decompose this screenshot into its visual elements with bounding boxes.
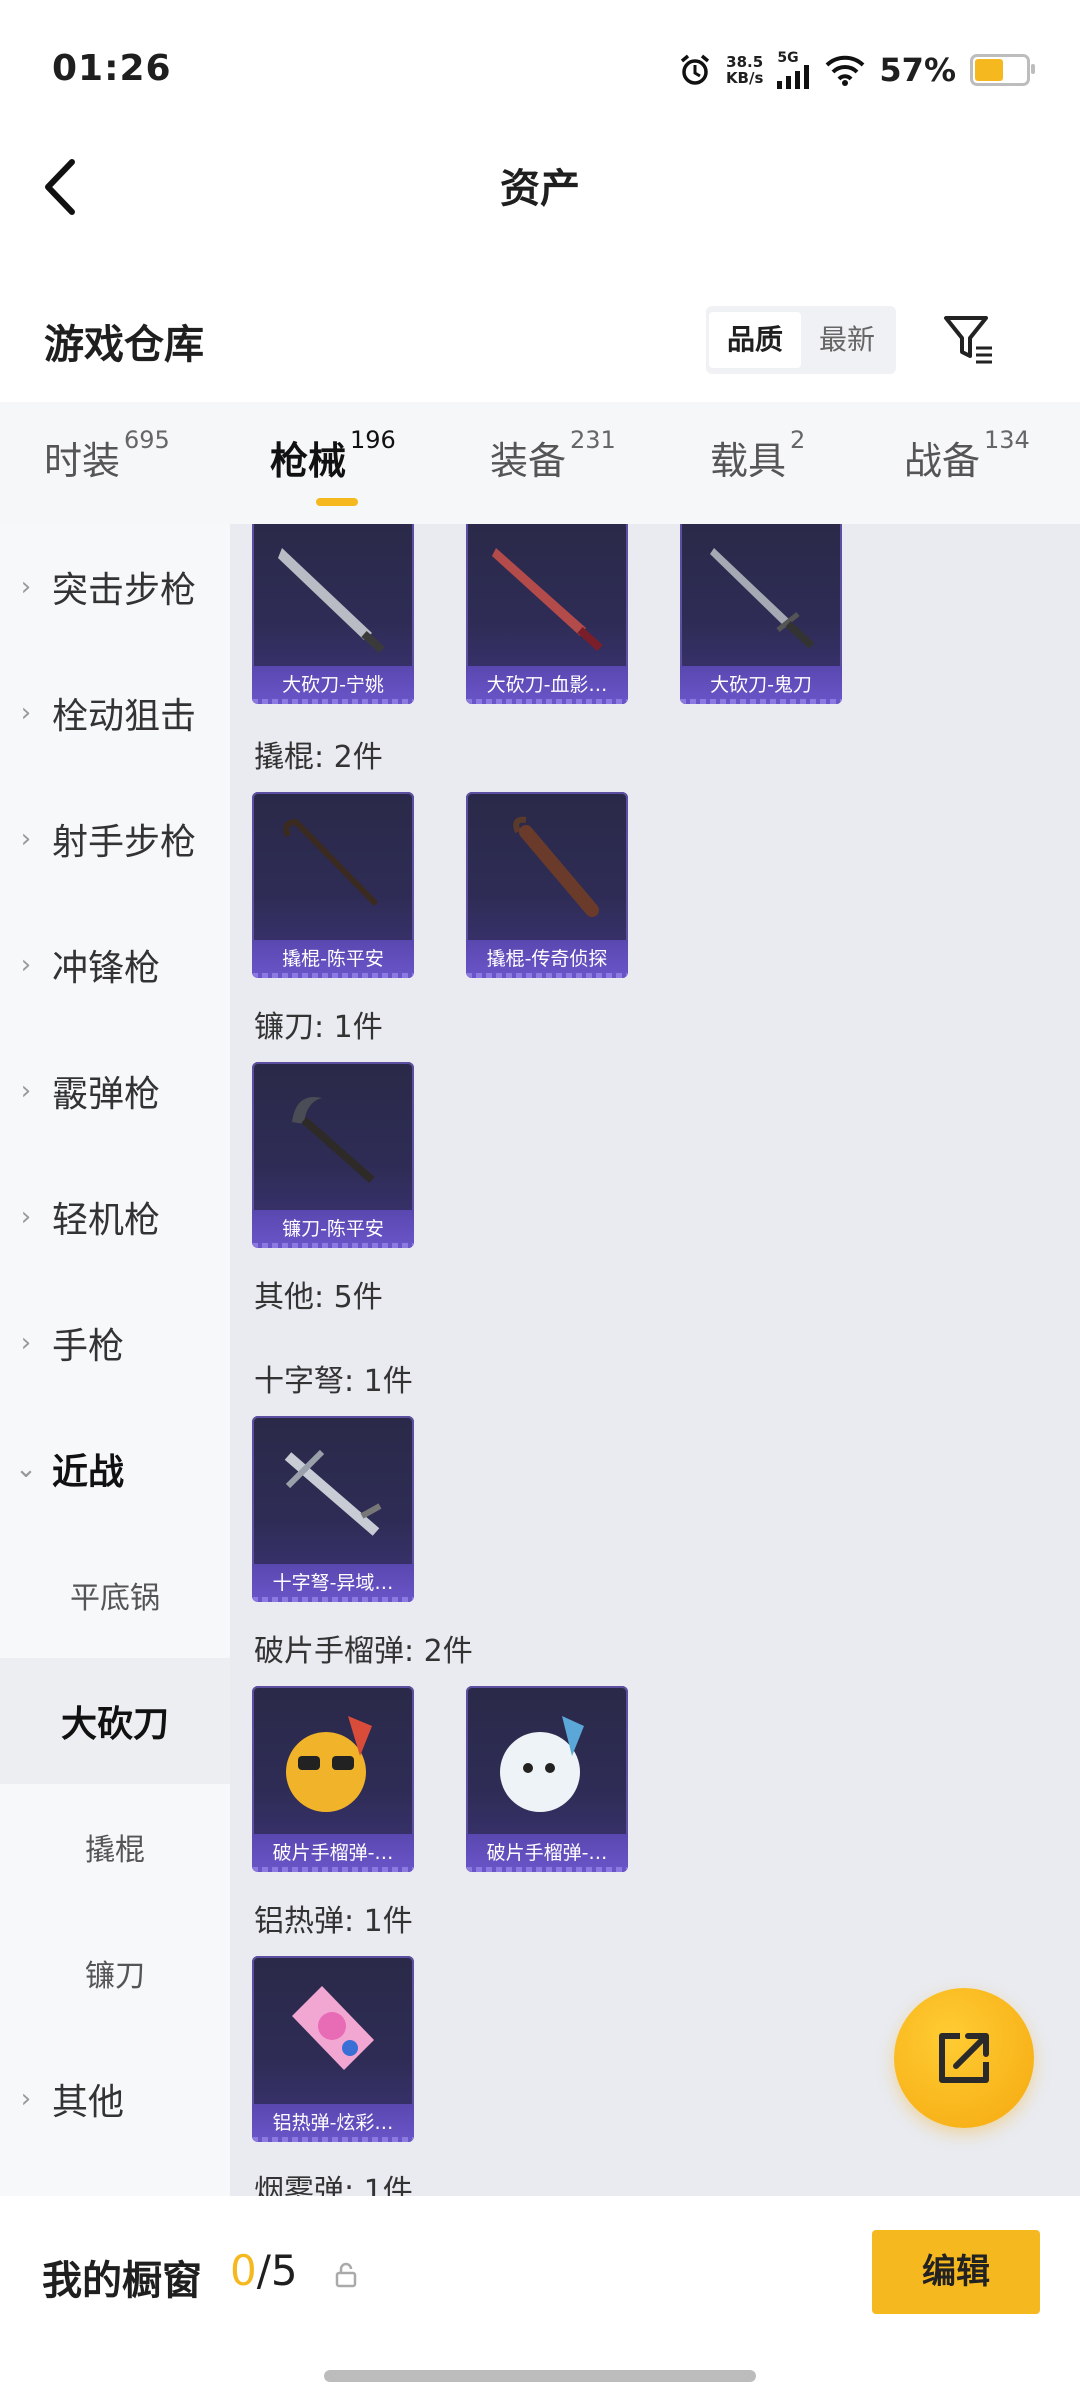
grenade-icon xyxy=(286,1716,372,1812)
sidebar-item-marksman-rifle[interactable]: › 射手步枪 xyxy=(0,776,230,902)
page-title: 资产 xyxy=(500,166,580,212)
item-card[interactable]: 破片手榴弹-… xyxy=(252,1686,414,1872)
sidebar-sub-sickle[interactable]: 镰刀 xyxy=(0,1910,230,2036)
sidebar-item-shotgun[interactable]: › 霰弹枪 xyxy=(0,1028,230,1154)
chevron-right-icon: › xyxy=(20,2084,32,2114)
sickle-icon xyxy=(292,1097,375,1183)
chevron-right-icon: › xyxy=(20,698,32,728)
category-tabs: 时装 695 枪械 196 装备 231 载具 2 战备 134 xyxy=(0,402,1080,524)
sidebar-item-assault-rifle[interactable]: › 突击步枪 xyxy=(0,524,230,650)
tab-equipment[interactable]: 装备 231 xyxy=(490,426,616,485)
wifi-icon xyxy=(826,55,865,86)
machete-icon xyxy=(492,548,603,651)
signal-icon xyxy=(777,65,810,89)
group-title: 镰刀: 1件 xyxy=(254,1010,383,1045)
share-fab-button[interactable] xyxy=(894,1988,1034,2128)
chevron-right-icon: › xyxy=(20,1076,32,1106)
sidebar-item-pistol[interactable]: › 手枪 xyxy=(0,1280,230,1406)
showcase-count: 0/5 xyxy=(230,2246,298,2295)
chevron-right-icon: › xyxy=(20,1202,32,1232)
item-card[interactable]: 撬棍-传奇侦探 xyxy=(466,792,628,978)
battery-icon xyxy=(970,54,1035,86)
item-card[interactable]: 大砍刀-血影… xyxy=(466,524,628,704)
chevron-right-icon: › xyxy=(20,572,32,602)
chevron-right-icon: › xyxy=(20,824,32,854)
section-title: 游戏仓库 xyxy=(44,322,204,368)
sidebar-sub-frying-pan[interactable]: 平底锅 xyxy=(0,1532,230,1658)
group-title: 破片手榴弹: 2件 xyxy=(254,1634,473,1669)
group-title: 烟雾弹: 1件 xyxy=(254,2174,413,2196)
chevron-down-icon: ⌄ xyxy=(15,1454,37,1484)
item-card[interactable]: 撬棍-陈平安 xyxy=(252,792,414,978)
crossbow-icon xyxy=(284,1449,382,1536)
item-card[interactable]: 十字弩-异域… xyxy=(252,1416,414,1602)
status-icons: 38.5 KB/s 5G 57% xyxy=(678,50,1035,90)
sidebar-item-melee[interactable]: ⌄ 近战 xyxy=(0,1406,230,1532)
edit-button[interactable]: 编辑 xyxy=(872,2230,1040,2314)
signal-group: 5G xyxy=(777,51,811,89)
sidebar-item-lmg[interactable]: › 轻机枪 xyxy=(0,1154,230,1280)
item-grid: 大砍刀-宁姚 大砍刀-血影… 大砍刀-鬼刀 撬棍: 2件 撬棍-陈平安 撬棍-传… xyxy=(230,524,1080,2196)
sort-toggle: 品质 最新 xyxy=(706,306,897,374)
machete-icon xyxy=(710,548,815,649)
thermite-icon xyxy=(292,1986,374,2070)
item-card[interactable]: 大砍刀-宁姚 xyxy=(252,524,414,704)
umbrella-icon xyxy=(513,816,599,917)
bottom-bar: 我的橱窗 0/5 编辑 xyxy=(0,2196,1080,2400)
grenade-icon xyxy=(500,1716,584,1812)
tab-fashion[interactable]: 时装 695 xyxy=(44,426,170,485)
showcase-label: 我的橱窗 xyxy=(42,2258,202,2304)
item-card[interactable]: 破片手榴弹-… xyxy=(466,1686,628,1872)
sidebar-sub-crowbar[interactable]: 撬棍 xyxy=(0,1784,230,1910)
group-title: 其他: 5件 xyxy=(254,1280,383,1315)
tab-tactical[interactable]: 战备 134 xyxy=(904,426,1030,485)
group-title: 十字弩: 1件 xyxy=(254,1364,413,1399)
status-time: 01:26 xyxy=(52,48,172,89)
chevron-right-icon: › xyxy=(20,1328,32,1358)
sidebar: › 突击步枪 › 栓动狙击 › 射手步枪 › 冲锋枪 › 霰弹枪 › 轻机枪 › 手枪 ⌄ 近战… xyxy=(0,524,230,2196)
network-type: 5G xyxy=(777,50,799,66)
group-title: 撬棍: 2件 xyxy=(254,740,383,775)
filter-icon[interactable] xyxy=(940,310,996,366)
item-card[interactable]: 铝热弹-炫彩… xyxy=(252,1956,414,2142)
net-speed: 38.5 KB/s xyxy=(725,53,764,87)
alarm-icon xyxy=(680,54,710,85)
battery-percent: 57% xyxy=(879,51,956,89)
external-link-icon xyxy=(939,2033,989,2083)
sidebar-item-other[interactable]: › 其他 xyxy=(0,2036,230,2162)
chevron-right-icon: › xyxy=(20,950,32,980)
active-tab-indicator xyxy=(316,498,358,506)
home-indicator[interactable] xyxy=(324,2370,756,2382)
sidebar-item-bolt-sniper[interactable]: › 栓动狙击 xyxy=(0,650,230,776)
machete-icon xyxy=(278,548,385,653)
item-card[interactable]: 大砍刀-鬼刀 xyxy=(680,524,842,704)
battery-fill xyxy=(975,59,1003,81)
status-bar: 01:26 38.5 KB/s 5G 57% xyxy=(0,0,1080,140)
tab-guns[interactable]: 枪械 196 xyxy=(270,426,396,485)
sidebar-item-smg[interactable]: › 冲锋枪 xyxy=(0,902,230,1028)
lock-icon xyxy=(335,2262,357,2288)
sort-newest-button[interactable]: 最新 xyxy=(801,312,893,368)
crowbar-icon xyxy=(283,818,379,907)
sidebar-sub-machete[interactable]: 大砍刀 xyxy=(0,1658,230,1784)
item-card[interactable]: 镰刀-陈平安 xyxy=(252,1062,414,1248)
tab-vehicles[interactable]: 载具 2 xyxy=(710,426,805,485)
sort-quality-button[interactable]: 品质 xyxy=(709,312,802,368)
group-title: 铝热弹: 1件 xyxy=(254,1904,413,1939)
